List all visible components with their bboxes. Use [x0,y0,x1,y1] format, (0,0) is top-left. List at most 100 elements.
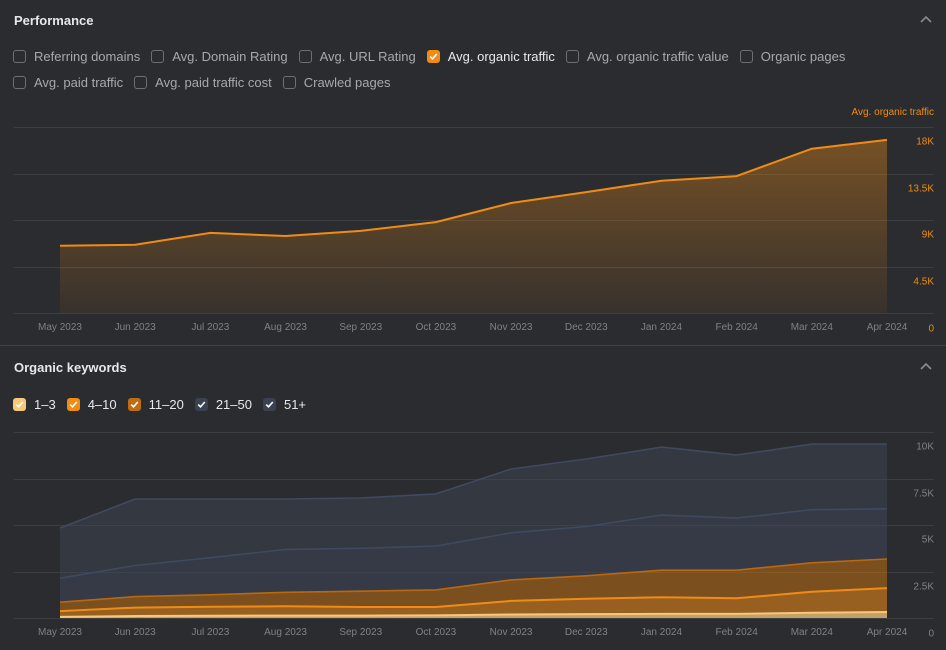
checkbox-organic-pages[interactable]: Organic pages [739,49,845,64]
checkbox-avg-paid-traffic-cost[interactable]: Avg. paid traffic cost [134,75,272,90]
data-point-1-3[interactable] [133,613,138,618]
data-point-51[interactable] [584,456,589,461]
data-point-1-3[interactable] [584,612,589,617]
data-point-4-10[interactable] [885,586,890,591]
data-point-1-3[interactable] [885,610,890,615]
data-point-11-20[interactable] [358,589,363,594]
data-point-4-10[interactable] [433,605,438,610]
data-point-4-10[interactable] [509,598,514,603]
checkbox-unchecked-icon[interactable] [739,49,753,63]
checkbox-unchecked-icon[interactable] [13,75,26,89]
x-tick-label: May 2023 [38,627,82,638]
checkbox-label: Avg. paid traffic cost [155,74,272,90]
checkbox-avg-domain-rating[interactable]: Avg. Domain Rating [151,49,288,64]
data-point-1-3[interactable] [809,610,814,615]
data-point-4-10[interactable] [283,604,288,609]
data-point-11-20[interactable] [885,557,890,562]
x-tick-label: Dec 2023 [565,627,608,638]
data-point-11-20[interactable] [58,600,63,605]
checkbox-unchecked-icon[interactable] [13,49,26,63]
data-point-1-3[interactable] [659,611,664,616]
data-point-21-50[interactable] [885,506,890,511]
data-point-1-3[interactable] [509,612,514,617]
checkbox-referring-domains[interactable]: Referring domains [13,49,140,64]
y-tick-label: 13.5K [908,184,934,195]
data-point-51[interactable] [809,442,814,447]
data-point-11-20[interactable] [208,592,213,597]
data-point-21-50[interactable] [58,576,63,581]
data-point-21-50[interactable] [509,530,514,535]
data-point-4-10[interactable] [584,596,589,601]
checkbox-avg-paid-traffic[interactable]: Avg. paid traffic [13,75,123,90]
data-point-11-20[interactable] [584,573,589,578]
data-point-51[interactable] [208,496,213,501]
data-point-21-50[interactable] [809,507,814,512]
data-point-avg-organic-traffic[interactable] [283,234,288,239]
data-point-21-50[interactable] [734,516,739,521]
data-point-1-3[interactable] [433,613,438,618]
y-tick-label: 9K [922,230,935,241]
data-point-4-10[interactable] [734,596,739,601]
checkbox-avg-organic-traffic[interactable]: Avg. organic traffic [426,49,555,64]
data-point-11-20[interactable] [659,568,664,573]
checkbox-unchecked-icon[interactable] [151,49,165,63]
y-axis-series-label: Avg. organic traffic [852,107,934,118]
data-point-4-10[interactable] [133,605,138,610]
data-point-avg-organic-traffic[interactable] [133,242,138,247]
checkbox-unchecked-icon[interactable] [282,75,296,89]
checkbox-avg-organic-traffic-value[interactable]: Avg. organic traffic value [565,48,729,64]
data-point-11-20[interactable] [509,577,514,582]
data-point-avg-organic-traffic[interactable] [358,228,363,233]
checkbox-label: Referring domains [34,48,141,64]
data-point-1-3[interactable] [208,613,213,618]
data-point-11-20[interactable] [133,594,138,599]
data-point-51[interactable] [58,525,63,530]
data-point-11-20[interactable] [433,587,438,592]
data-point-21-50[interactable] [433,544,438,549]
data-point-avg-organic-traffic[interactable] [809,146,814,151]
data-point-avg-organic-traffic[interactable] [509,200,514,205]
data-point-avg-organic-traffic[interactable] [659,178,664,183]
data-point-21-50[interactable] [208,555,213,560]
data-point-21-50[interactable] [584,524,589,529]
data-point-51[interactable] [885,442,890,447]
checkbox-unchecked-icon[interactable] [565,49,579,63]
data-point-51[interactable] [433,491,438,496]
data-point-51[interactable] [659,445,664,450]
data-point-51[interactable] [133,496,138,501]
data-point-51[interactable] [509,467,514,472]
data-point-1-3[interactable] [358,613,363,618]
data-point-avg-organic-traffic[interactable] [58,243,63,248]
data-point-1-3[interactable] [58,614,63,619]
data-point-11-20[interactable] [283,590,288,595]
data-point-4-10[interactable] [659,595,664,600]
data-point-21-50[interactable] [133,563,138,568]
data-point-1-3[interactable] [283,613,288,618]
data-point-51[interactable] [734,453,739,458]
data-point-51[interactable] [283,496,288,501]
data-point-avg-organic-traffic[interactable] [433,220,438,225]
data-point-4-10[interactable] [358,605,363,610]
data-point-11-20[interactable] [809,560,814,565]
data-point-4-10[interactable] [208,604,213,609]
chevron-up-icon[interactable] [918,12,934,28]
data-point-21-50[interactable] [283,547,288,552]
data-point-21-50[interactable] [358,546,363,551]
data-point-avg-organic-traffic[interactable] [734,174,739,179]
data-point-4-10[interactable] [58,609,63,614]
data-point-avg-organic-traffic[interactable] [885,137,890,142]
x-tick-label: Jan 2024 [641,322,683,333]
checkbox-unchecked-icon[interactable] [298,49,312,63]
data-point-11-20[interactable] [734,568,739,573]
checkbox-label: Avg. organic traffic value [586,48,729,64]
data-point-avg-organic-traffic[interactable] [584,190,589,195]
data-point-1-3[interactable] [734,611,739,616]
checkbox-crawled-pages[interactable]: Crawled pages [282,75,390,90]
checkbox-checked-icon[interactable] [426,49,440,63]
data-point-avg-organic-traffic[interactable] [208,230,213,235]
data-point-21-50[interactable] [659,513,664,518]
data-point-51[interactable] [358,496,363,501]
checkbox-unchecked-icon[interactable] [134,75,148,89]
checkbox-avg-url-rating[interactable]: Avg. URL Rating [298,49,416,64]
data-point-4-10[interactable] [809,589,814,594]
